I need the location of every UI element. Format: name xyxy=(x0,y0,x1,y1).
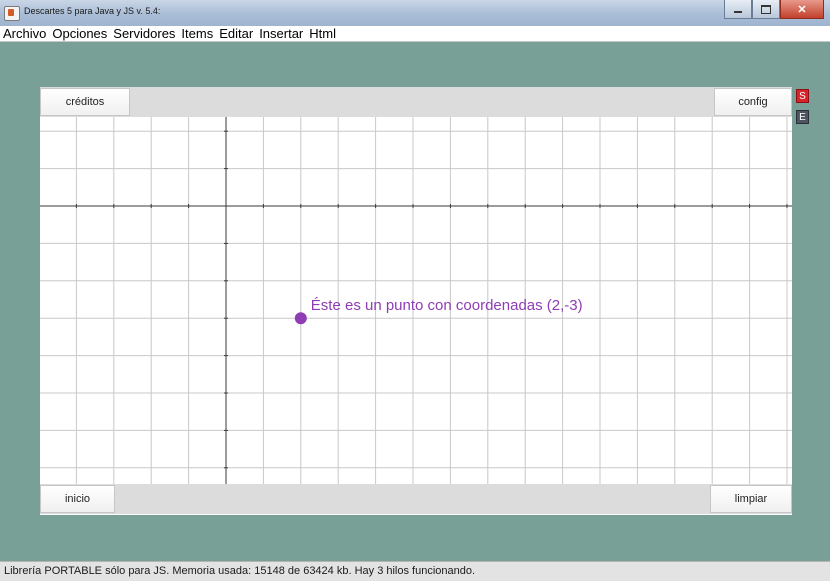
s-button[interactable]: S xyxy=(796,89,809,103)
creditos-button[interactable]: créditos xyxy=(40,88,130,116)
status-bar: Librería PORTABLE sólo para JS. Memoria … xyxy=(0,561,830,581)
close-icon[interactable]: ✕ xyxy=(780,0,824,19)
scene-bottom-bar: inicio limpiar xyxy=(40,484,792,514)
maximize-icon[interactable] xyxy=(752,0,780,19)
scene-top-bar: créditos config xyxy=(40,87,792,117)
cartesian-plane-svg: Éste es un punto con coordenadas (2,-3) xyxy=(40,117,792,484)
cartesian-plane[interactable]: Éste es un punto con coordenadas (2,-3) xyxy=(40,117,792,484)
point-label: Éste es un punto con coordenadas (2,-3) xyxy=(311,297,583,314)
point-marker[interactable] xyxy=(294,312,307,325)
config-button[interactable]: config xyxy=(714,88,792,116)
menu-editar[interactable]: Editar xyxy=(219,26,253,42)
descartes-scene: créditos config Éste es un punto con coo… xyxy=(40,87,792,515)
window-controls: ✕ xyxy=(724,0,824,19)
menu-insertar[interactable]: Insertar xyxy=(259,26,303,42)
e-button[interactable]: E xyxy=(796,110,809,124)
limpiar-button[interactable]: limpiar xyxy=(710,485,792,513)
java-icon xyxy=(4,6,20,21)
menu-archivo[interactable]: Archivo xyxy=(3,26,46,42)
menu-items[interactable]: Items xyxy=(181,26,213,42)
inicio-button[interactable]: inicio xyxy=(40,485,115,513)
menu-bar: Archivo Opciones Servidores Items Editar… xyxy=(0,26,830,42)
menu-html[interactable]: Html xyxy=(309,26,336,42)
title-bar: Descartes 5 para Java y JS v. 5.4: ✕ xyxy=(0,0,830,27)
minimize-icon[interactable] xyxy=(724,0,752,19)
window-title: Descartes 5 para Java y JS v. 5.4: xyxy=(24,6,161,16)
menu-servidores[interactable]: Servidores xyxy=(113,26,175,42)
menu-opciones[interactable]: Opciones xyxy=(52,26,107,42)
